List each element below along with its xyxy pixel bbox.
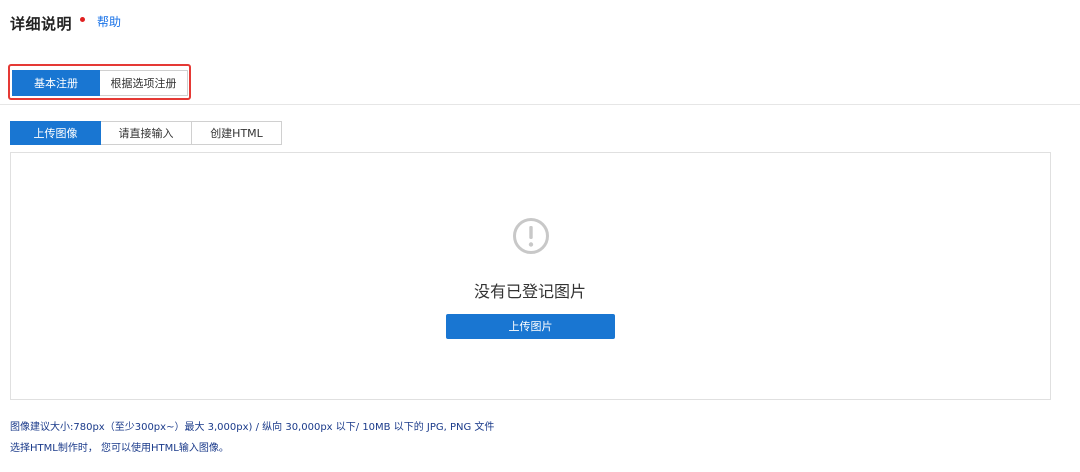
divider <box>0 104 1080 105</box>
tab-direct-input[interactable]: 请直接输入 <box>101 121 192 145</box>
section-title: 详细说明 <box>10 15 73 33</box>
tab-upload-image[interactable]: 上传图像 <box>10 121 101 145</box>
empty-state-message: 没有已登记图片 <box>473 282 586 301</box>
tab-create-html[interactable]: 创建HTML <box>192 121 282 145</box>
image-size-note: 图像建议大小:780px（至少300px~）最大 3,000px) / 纵向 3… <box>10 422 495 433</box>
alert-circle-icon <box>513 218 549 254</box>
tab-basic-registration[interactable]: 基本注册 <box>12 70 100 96</box>
tab-option-registration[interactable]: 根据选项注册 <box>100 70 188 96</box>
html-note: 选择HTML制作时， 您可以使用HTML输入图像。 <box>10 443 229 454</box>
upload-image-button[interactable]: 上传图片 <box>446 314 615 339</box>
help-link[interactable]: 帮助 <box>97 13 121 30</box>
required-indicator <box>80 17 85 22</box>
image-upload-panel <box>10 152 1051 400</box>
